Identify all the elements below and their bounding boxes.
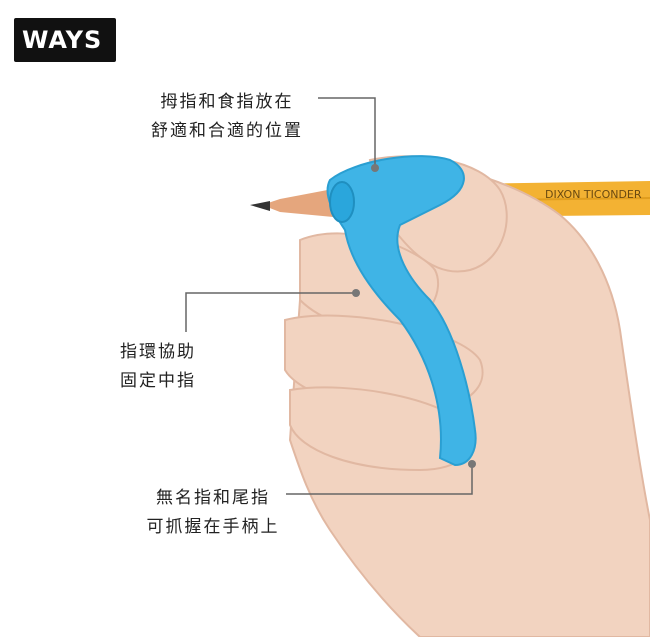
callout-ring-pinky-line2: 可抓握在手柄上 — [146, 517, 280, 537]
brand-logo: WAYS — [14, 18, 116, 62]
callout-thumb-index-line1: 拇指和食指放在 — [160, 92, 294, 112]
callout-thumb-index-line2: 舒適和合適的位置 — [151, 121, 303, 141]
brand-logo-text: WAYS — [22, 26, 103, 54]
callout-middle-finger-ring: 指環協助 固定中指 — [120, 338, 248, 396]
callout-middle-finger-line2: 固定中指 — [120, 371, 196, 391]
callout-ring-pinky-line1: 無名指和尾指 — [156, 488, 270, 508]
pencil-print: DIXON TICONDER — [545, 188, 642, 201]
callout-ring-pinky: 無名指和尾指 可抓握在手柄上 — [118, 484, 308, 542]
product-image: DIXON TICONDER WAYS 拇指和食指放在 舒適和合適的位置 指環協… — [0, 0, 650, 637]
hand-with-pencil-grip-illustration: DIXON TICONDER — [185, 97, 650, 637]
callout-thumb-index: 拇指和食指放在 舒適和合適的位置 — [132, 88, 322, 146]
callout-middle-finger-line1: 指環協助 — [120, 342, 196, 362]
